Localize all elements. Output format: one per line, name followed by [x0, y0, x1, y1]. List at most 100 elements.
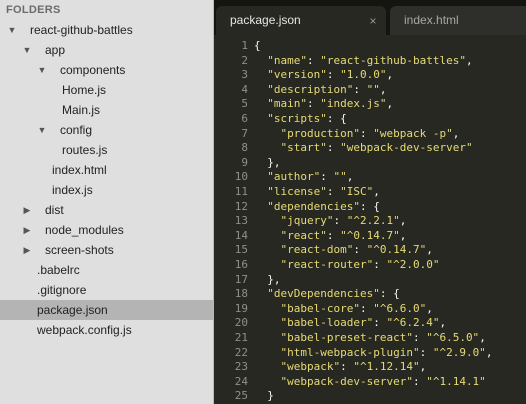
tree-item-label: screen-shots [45, 243, 114, 257]
folders-header: FOLDERS [6, 4, 61, 16]
line-number: 14 [234, 228, 248, 242]
line-number: 6 [241, 112, 248, 125]
tree-item-label: app [45, 43, 66, 57]
line-number-gutter: 1 2 3 4 5 6 7 8 9 10 11 12 13 14 15 16 17 18 19 20 21 22 23 24 2… [214, 35, 254, 404]
line-number: 24 [234, 374, 248, 388]
code-line[interactable]: { [254, 39, 261, 54]
code-line[interactable]: "version": "1.0.0", [254, 68, 393, 83]
code-line[interactable]: "babel-loader": "^6.2.4", [254, 316, 447, 331]
code-line[interactable]: }, [254, 273, 280, 288]
tree-item[interactable]: webpack.config.js [0, 320, 213, 340]
tree-item[interactable]: ▶ dist [0, 200, 213, 220]
chevron-down-icon[interactable]: ▼ [37, 60, 47, 80]
line-number: 22 [234, 345, 248, 359]
line-number: 8 [241, 141, 248, 155]
tab-label: package.json [230, 13, 301, 27]
editor: package.json × index.html 1 2 3 4 5 6 7 8 9 10 11 1… [214, 0, 526, 404]
tree-item-label: Home.js [62, 83, 107, 97]
code-line[interactable]: "webpack": "^1.12.14", [254, 360, 427, 375]
code-line[interactable]: "webpack-dev-server": "^1.14.1" [254, 375, 486, 390]
close-icon[interactable]: × [366, 12, 380, 30]
code-line[interactable]: "react-dom": "^0.14.7", [254, 243, 433, 258]
tree-item-label: index.html [52, 163, 107, 177]
code-line[interactable]: "author": "", [254, 170, 353, 185]
tree-item[interactable]: index.js [0, 180, 213, 200]
line-number: 7 [241, 126, 248, 140]
line-number: 10 [234, 170, 248, 184]
tree-item[interactable]: ▼ components [0, 60, 213, 80]
code-line[interactable]: "devDependencies": { [254, 287, 399, 302]
line-number: 20 [234, 316, 248, 330]
line-number: 9 [241, 155, 248, 169]
code-line[interactable]: "name": "react-github-battles", [254, 54, 472, 69]
tree-item-label: node_modules [45, 223, 124, 237]
code-line[interactable]: "react-router": "^2.0.0" [254, 258, 440, 273]
tree-item[interactable]: Home.js [0, 80, 213, 100]
code-line[interactable]: "production": "webpack -p", [254, 127, 460, 142]
line-number: 11 [234, 185, 248, 198]
tree-item[interactable]: ▼ config [0, 120, 213, 140]
code-line[interactable]: "babel-core": "^6.6.0", [254, 302, 433, 317]
sidebar: FOLDERS ▼ react-github-battles ▼ app ▼ compon… [0, 0, 214, 404]
code-line[interactable]: "description": "", [254, 83, 386, 98]
code-line[interactable]: "scripts": { [254, 112, 346, 127]
line-number: 5 [241, 97, 248, 111]
line-number: 2 [241, 53, 248, 67]
line-number: 16 [234, 258, 248, 271]
line-number: 12 [234, 199, 248, 213]
code-line[interactable]: } [254, 389, 274, 404]
line-number: 18 [234, 287, 248, 301]
chevron-right-icon[interactable]: ▶ [22, 200, 32, 220]
tree-item-label: config [60, 123, 93, 137]
tree-item-label: index.js [52, 183, 93, 197]
code-line[interactable]: "dependencies": { [254, 200, 380, 215]
tree-item[interactable]: routes.js [0, 140, 213, 160]
line-number: 25 [234, 389, 248, 403]
line-number: 21 [234, 331, 248, 344]
chevron-right-icon[interactable]: ▶ [22, 240, 32, 260]
tab-index-html[interactable]: index.html [390, 6, 526, 35]
code-line[interactable]: }, [254, 156, 280, 171]
tab-bar: package.json × index.html [214, 0, 526, 35]
line-number: 23 [234, 360, 248, 374]
tree-item[interactable]: .babelrc [0, 260, 213, 280]
tree-item[interactable]: Main.js [0, 100, 213, 120]
chevron-down-icon[interactable]: ▼ [37, 120, 47, 140]
tree-item-label: package.json [37, 303, 108, 317]
line-number: 3 [241, 68, 248, 82]
tree-item-label: dist [45, 203, 64, 217]
tree-item-label: Main.js [62, 103, 101, 117]
tree-item-label: webpack.config.js [37, 323, 132, 337]
code-line[interactable]: "babel-preset-react": "^6.5.0", [254, 331, 486, 346]
tree-item[interactable]: ▼ react-github-battles [0, 20, 213, 40]
tree-item-label: components [60, 63, 126, 77]
tree-item[interactable]: index.html [0, 160, 213, 180]
tree-item[interactable]: ▶ screen-shots [0, 240, 213, 260]
chevron-down-icon[interactable]: ▼ [22, 40, 32, 60]
tab-package-json[interactable]: package.json × [216, 6, 386, 35]
chevron-right-icon[interactable]: ▶ [22, 220, 32, 240]
line-number: 4 [241, 82, 248, 96]
tree-item[interactable]: .gitignore [0, 280, 213, 300]
code-line[interactable]: "start": "webpack-dev-server" [254, 141, 473, 156]
tree-item[interactable]: ▶ node_modules [0, 220, 213, 240]
tree-item-label: .babelrc [37, 263, 80, 277]
line-number: 1 [241, 39, 248, 52]
tree-item[interactable]: ▼ app [0, 40, 213, 60]
line-number: 19 [234, 301, 248, 315]
code-line[interactable]: "jquery": "^2.2.1", [254, 214, 407, 229]
tree-item-label: .gitignore [37, 283, 87, 297]
line-number: 15 [234, 243, 248, 257]
tab-label: index.html [404, 13, 459, 27]
tree-item-label: routes.js [62, 143, 108, 157]
tree-item-label: react-github-battles [30, 23, 133, 37]
code-line[interactable]: "react": "^0.14.7", [254, 229, 407, 244]
code-line[interactable]: "license": "ISC", [254, 185, 380, 200]
tree-item[interactable]: package.json [0, 300, 213, 320]
code-area[interactable]: { "name": "react-github-battles", "versi… [254, 35, 526, 404]
code-line[interactable]: "main": "index.js", [254, 97, 393, 112]
chevron-down-icon[interactable]: ▼ [7, 20, 17, 40]
line-number: 13 [234, 214, 248, 228]
code-line[interactable]: "html-webpack-plugin": "^2.9.0", [254, 346, 493, 361]
line-number: 17 [234, 272, 248, 286]
